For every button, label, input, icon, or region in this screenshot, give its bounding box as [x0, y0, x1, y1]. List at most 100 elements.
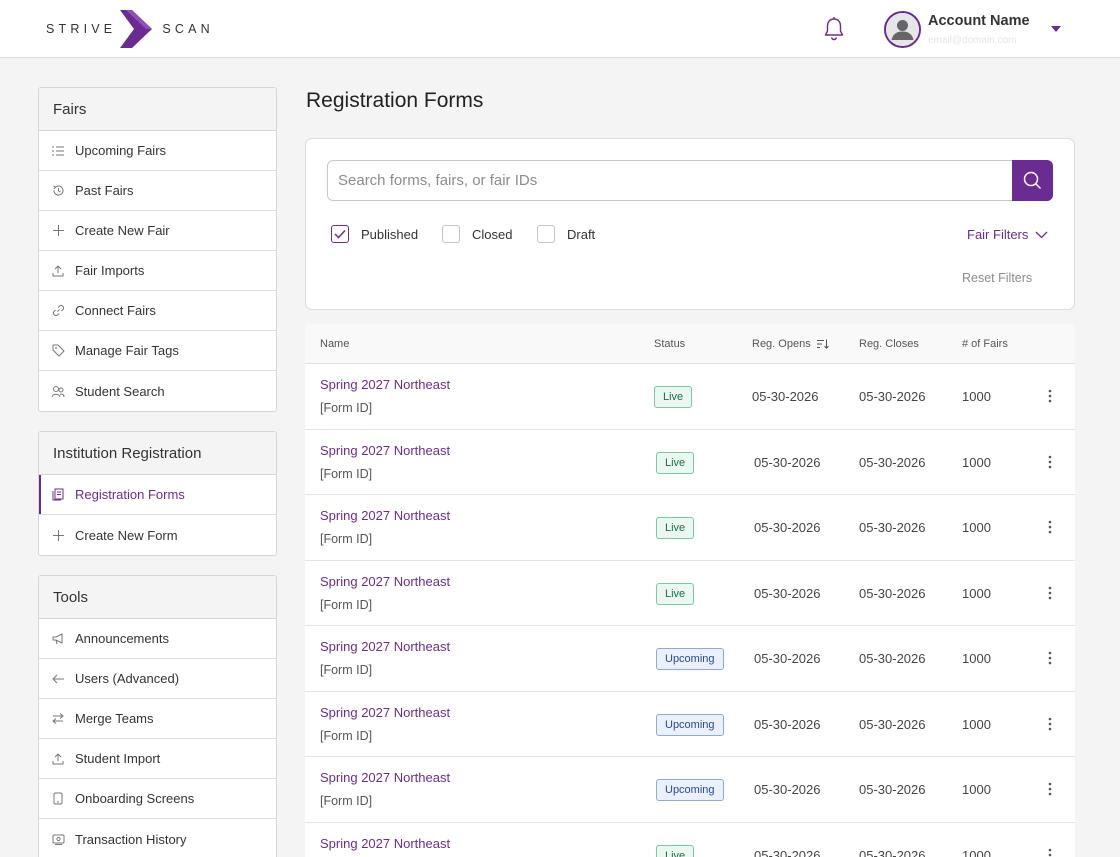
table-row[interactable]: Spring 2027 Northeast [Form ID] Upcoming 05… — [305, 757, 1075, 823]
filter-closed-checkbox[interactable]: Closed — [442, 225, 512, 243]
forms-icon — [51, 488, 65, 502]
sidebar-item-merge-teams[interactable]: Merge Teams — [39, 699, 276, 739]
reg-opens-date: 05-30-2026 — [754, 454, 821, 470]
forms-table: Name Status Reg. Opens Reg. Closes # of … — [305, 324, 1075, 857]
sidebar-item-create-new-form[interactable]: Create New Form — [39, 515, 276, 555]
sidebar-item-onboarding-screens[interactable]: Onboarding Screens — [39, 779, 276, 819]
form-name-link[interactable]: Spring 2027 Northeast — [320, 508, 450, 523]
form-name-link[interactable]: Spring 2027 Northeast — [320, 836, 450, 851]
plus-icon — [51, 224, 65, 238]
sidebar-item-label: Onboarding Screens — [75, 791, 195, 806]
form-name-link[interactable]: Spring 2027 Northeast — [320, 574, 450, 589]
fair-filters-toggle[interactable]: Fair Filters — [967, 227, 1048, 242]
sidebar-item-label: Connect Fairs — [75, 303, 156, 318]
reg-closes-date: 05-30-2026 — [859, 651, 926, 666]
reset-filters-link[interactable]: Reset Filters — [962, 271, 1032, 285]
more-options-icon[interactable] — [1047, 848, 1053, 857]
column-header-fair-count[interactable]: # of Fairs — [962, 338, 1008, 350]
reg-opens-date: 05-30-2026 — [754, 847, 821, 857]
fair-filters-label: Fair Filters — [967, 227, 1029, 242]
more-options-icon[interactable] — [1047, 651, 1053, 665]
status-badge: Live — [656, 582, 695, 605]
table-row[interactable]: Spring 2027 Northeast [Form ID] Upcoming 05… — [305, 626, 1075, 692]
form-name-link[interactable]: Spring 2027 Northeast — [320, 705, 450, 720]
more-options-icon[interactable] — [1047, 717, 1053, 731]
sidebar-item-create-new-fair[interactable]: Create New Fair — [39, 211, 276, 251]
search-button[interactable] — [1012, 160, 1053, 201]
sidebar-item-label: Merge Teams — [75, 711, 154, 726]
reg-opens-date: 05-30-2026 — [754, 520, 821, 535]
form-id: [Form ID] — [320, 401, 373, 415]
table-row[interactable]: Spring 2027 Northeast[Form ID]Live05-30-… — [305, 495, 1075, 561]
reg-opens-date: 05-30-2026 — [752, 389, 819, 404]
table-row[interactable]: Spring 2027 Northeast[Form ID]Live05-30-… — [305, 823, 1075, 857]
more-options-icon[interactable] — [1047, 520, 1053, 534]
column-header-reg-closes[interactable]: Reg. Closes — [859, 338, 919, 350]
status-badge: Upcoming — [656, 779, 724, 801]
tag-icon — [51, 344, 65, 358]
checkbox-checked[interactable] — [331, 225, 349, 243]
sidebar-item-registration-forms[interactable]: Registration Forms — [39, 475, 276, 515]
filter-label: Published — [361, 226, 419, 242]
more-options-icon[interactable] — [1047, 389, 1053, 403]
more-options-icon[interactable] — [1047, 455, 1053, 469]
sidebar-item-upcoming-fairs[interactable]: Upcoming Fairs — [39, 131, 276, 171]
form-id: [Form ID] — [320, 466, 373, 481]
form-name-link[interactable]: Spring 2027 Northeast — [320, 639, 450, 654]
avatar[interactable] — [884, 11, 921, 48]
reg-closes-date: 05-30-2026 — [859, 782, 926, 797]
phone-icon — [51, 792, 65, 806]
sidebar-section-title: Fairs — [39, 88, 276, 131]
account-name[interactable]: Account Name — [928, 13, 1030, 29]
sidebar-item-label: Fair Imports — [75, 263, 145, 278]
link-icon — [51, 304, 65, 318]
sidebar-item-connect-fairs[interactable]: Connect Fairs — [39, 291, 276, 331]
fair-count: 1000 — [962, 651, 991, 666]
chevron-down-icon — [1035, 231, 1048, 238]
search-input[interactable] — [327, 160, 1013, 201]
sidebar-item-label: Student Search — [75, 383, 165, 399]
sidebar-item-label: Upcoming Fairs — [75, 143, 167, 158]
sidebar-item-announcements[interactable]: Announcements — [39, 619, 276, 659]
sidebar-fairs-panel: Fairs Upcoming Fairs Past Fairs Create N… — [38, 87, 277, 412]
form-name-link[interactable]: Spring 2027 Northeast — [320, 770, 450, 785]
sidebar-section-title: Tools — [39, 576, 276, 619]
sidebar-item-fair-imports[interactable]: Fair Imports — [39, 251, 276, 291]
sort-icon — [816, 339, 829, 349]
arrow-left-icon — [51, 672, 65, 686]
sidebar-tools-panel: Tools Announcements Users (Advanced) Mer… — [38, 575, 277, 857]
filter-published-checkbox[interactable]: Published — [331, 225, 418, 243]
caret-down-icon[interactable] — [1050, 25, 1062, 33]
notification-bell-icon[interactable] — [822, 16, 846, 42]
checkmark-icon — [334, 229, 346, 239]
table-row[interactable]: Spring 2027 Northeast[Form ID]Live05-30-… — [305, 561, 1075, 626]
sidebar-institution-panel: Institution Registration Registration Fo… — [38, 431, 277, 556]
column-header-status[interactable]: Status — [654, 338, 685, 350]
sidebar-item-student-search[interactable]: Student Search — [39, 371, 276, 411]
column-header-reg-opens[interactable]: Reg. Opens — [752, 338, 829, 350]
sidebar-item-past-fairs[interactable]: Past Fairs — [39, 171, 276, 211]
students-icon — [51, 384, 65, 398]
form-name-link[interactable]: Spring 2027 Northeast — [320, 443, 450, 458]
table-row[interactable]: Spring 2027 Northeast[Form ID]Live05-30-… — [305, 430, 1075, 495]
sidebar-item-manage-fair-tags[interactable]: Manage Fair Tags — [39, 331, 276, 371]
logo-text-left: STRIVE — [46, 22, 117, 36]
table-row[interactable]: Spring 2027 Northeast[Form ID]Live05-30-… — [305, 364, 1075, 430]
filter-draft-checkbox[interactable]: Draft — [537, 225, 595, 243]
strive-scan-logo[interactable]: STRIVE SCAN — [46, 10, 214, 48]
more-options-icon[interactable] — [1047, 586, 1053, 600]
table-body: Spring 2027 Northeast [Form ID] Live 05-30-… — [305, 364, 1075, 857]
sidebar-item-transaction-history[interactable]: Transaction History — [39, 819, 276, 857]
form-id: [Form ID] — [320, 663, 373, 677]
fair-count: 1000 — [962, 454, 991, 470]
sidebar-item-users-advanced[interactable]: Users (Advanced) — [39, 659, 276, 699]
checkbox-unchecked[interactable] — [537, 225, 555, 243]
more-options-icon[interactable] — [1047, 782, 1053, 796]
table-row[interactable]: Spring 2027 Northeast [Form ID] Upcoming 05… — [305, 692, 1075, 757]
column-header-name[interactable]: Name — [320, 338, 349, 350]
sidebar-item-student-import[interactable]: Student Import — [39, 739, 276, 779]
form-name-link[interactable]: Spring 2027 Northeast — [320, 377, 450, 392]
fair-count: 1000 — [962, 716, 991, 732]
fair-count: 1000 — [962, 389, 991, 404]
checkbox-unchecked[interactable] — [442, 225, 460, 243]
